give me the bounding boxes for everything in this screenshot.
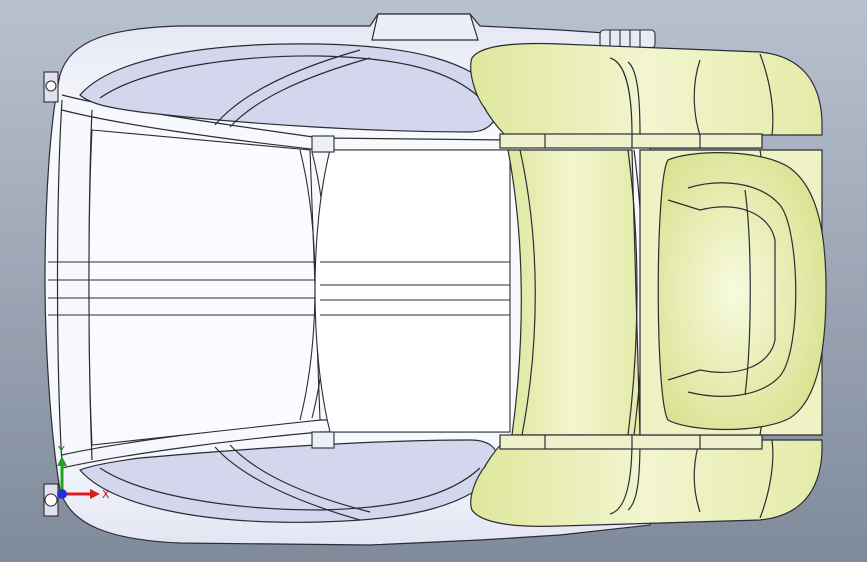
front-mount-bottom: [43, 483, 59, 517]
x-axis-label: X: [102, 488, 110, 501]
rear-cap: [599, 29, 656, 49]
y-axis-label: Y: [57, 444, 65, 457]
cockpit-opening[interactable]: [311, 135, 511, 449]
model-view-canvas[interactable]: Y X: [0, 0, 867, 562]
cad-graphics-viewport[interactable]: Y X: [0, 0, 867, 562]
seat-assembly[interactable]: [470, 42, 827, 527]
headrest: [657, 152, 827, 431]
front-hood-panel[interactable]: [48, 129, 330, 446]
front-mount-top: [43, 71, 59, 103]
z-axis-dot: [57, 489, 67, 499]
